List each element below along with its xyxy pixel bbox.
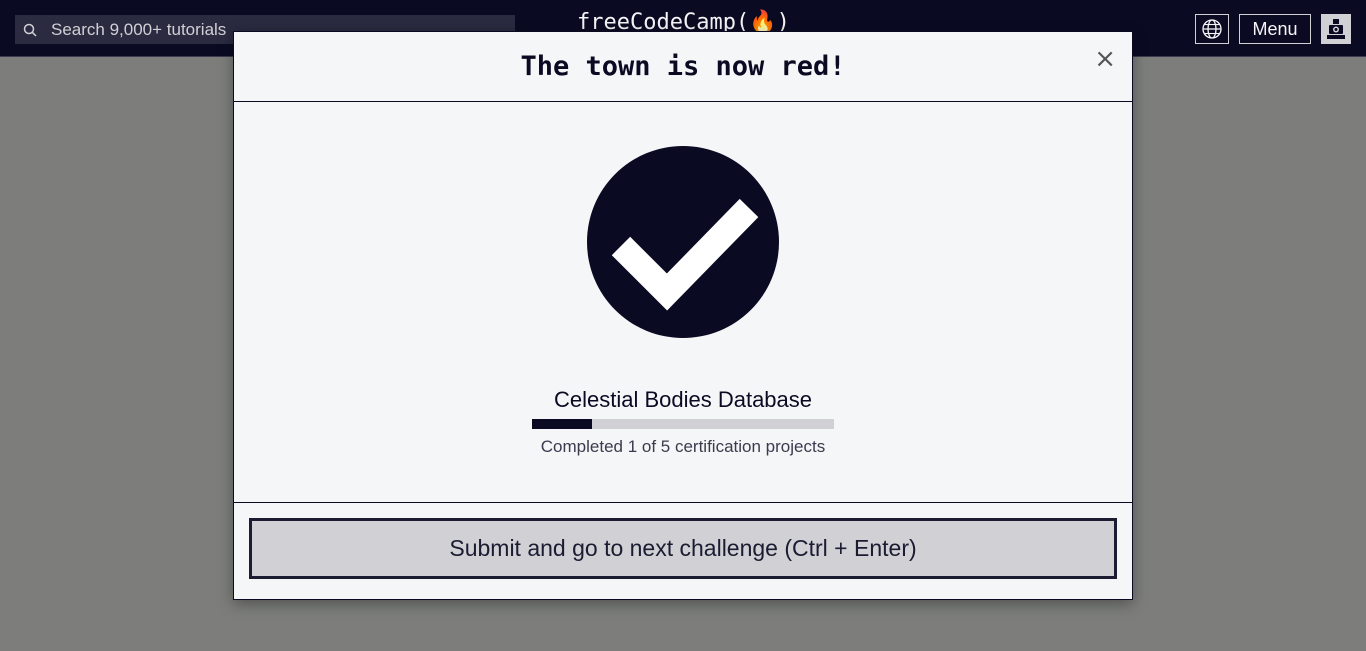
modal-footer: Submit and go to next challenge (Ctrl + …	[234, 503, 1132, 599]
menu-button[interactable]: Menu	[1239, 14, 1311, 44]
user-avatar-icon	[1327, 19, 1345, 39]
globe-icon	[1202, 19, 1222, 39]
modal-body: Celestial Bodies Database Completed 1 of…	[234, 102, 1132, 503]
modal-title: The town is now red!	[520, 51, 846, 82]
submit-next-challenge-button[interactable]: Submit and go to next challenge (Ctrl + …	[249, 518, 1117, 579]
progress-fill	[532, 419, 593, 429]
modal-header: The town is now red! ×	[234, 32, 1132, 102]
user-avatar[interactable]	[1321, 14, 1351, 44]
completion-modal: The town is now red! × Celestial Bodies …	[233, 31, 1133, 600]
project-title: Celestial Bodies Database	[553, 387, 813, 412]
language-button[interactable]	[1195, 14, 1229, 44]
search-icon	[23, 23, 37, 37]
close-button[interactable]: ×	[1094, 46, 1116, 72]
checkmark-circle-icon	[587, 146, 779, 338]
progress-text: Completed 1 of 5 certification projects	[540, 437, 826, 456]
certification-progress-bar	[532, 419, 834, 429]
